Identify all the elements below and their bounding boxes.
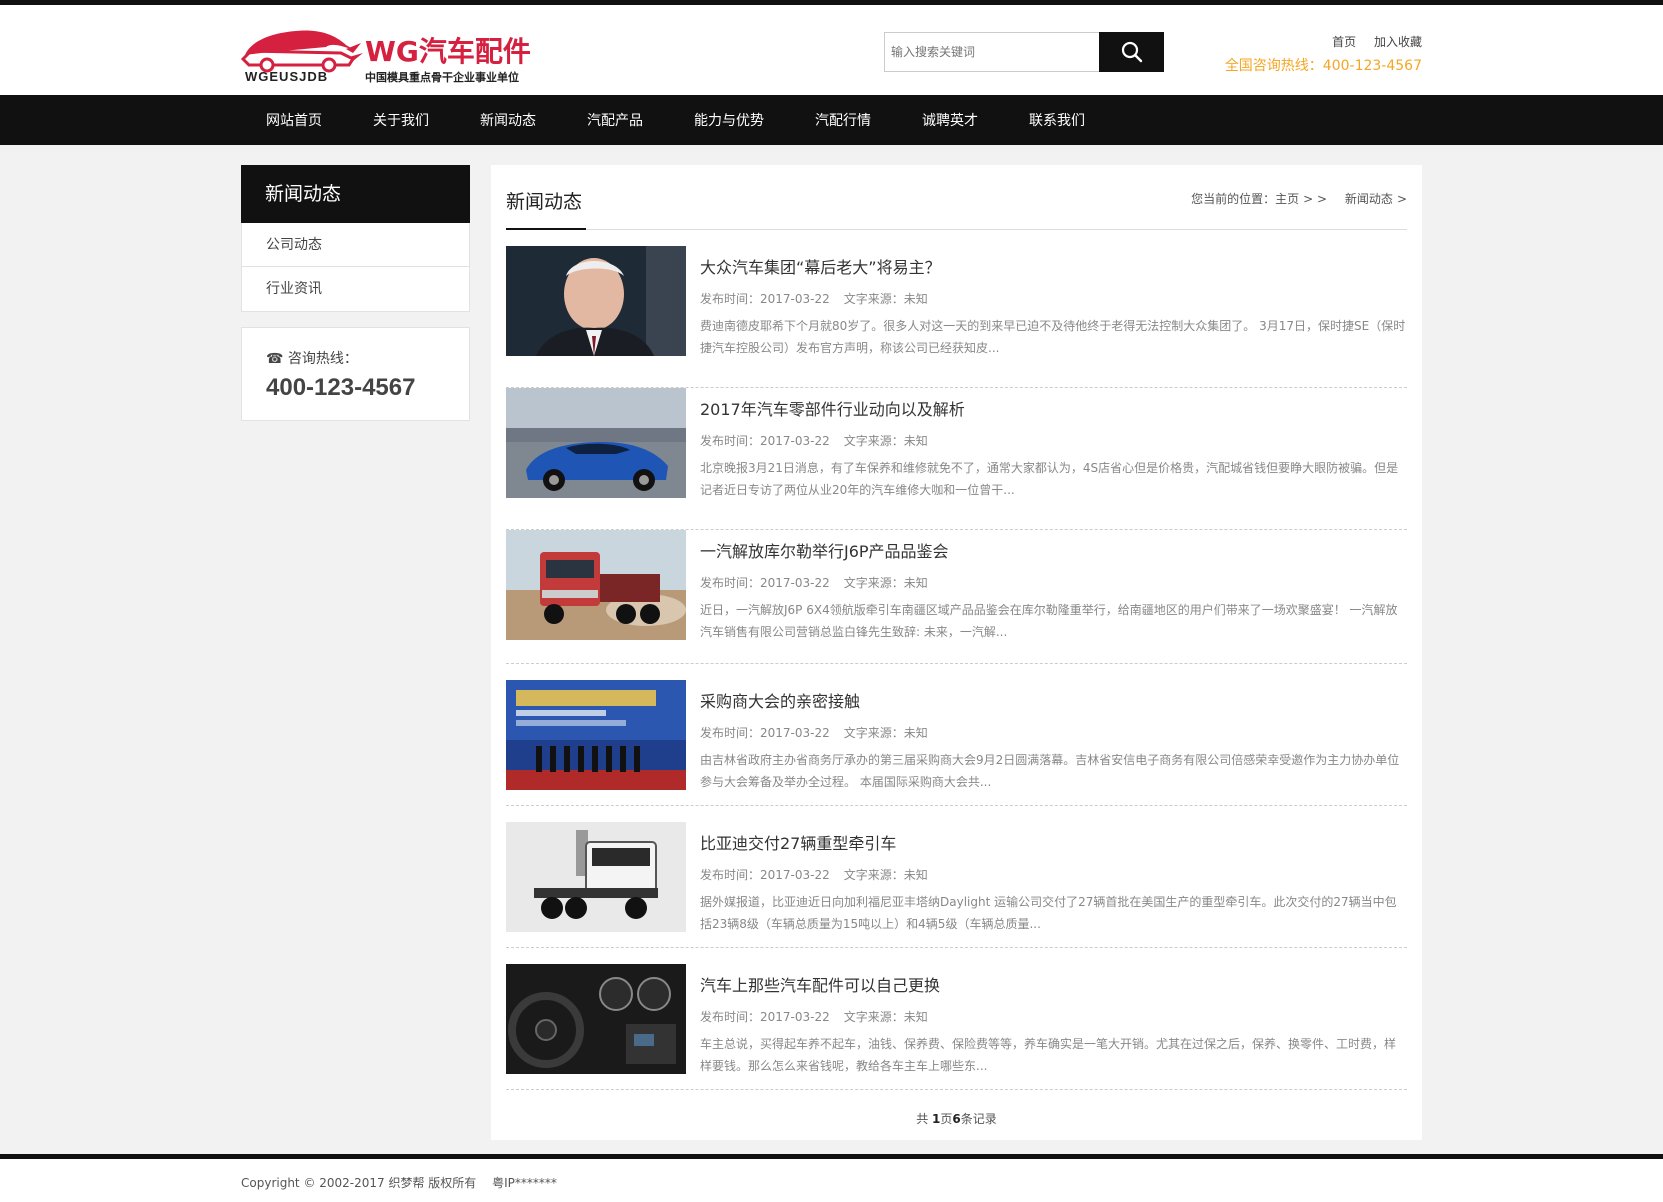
record-count: 6 — [952, 1112, 961, 1126]
sidebar-contact: ☎ 咨询热线： 400-123-4567 — [241, 327, 470, 421]
list-item: 汽车上那些汽车配件可以自己更换 发布时间：2017-03-22 文字来源：未知 车… — [506, 948, 1407, 1090]
breadcrumb-current[interactable]: 新闻动态 — [1345, 192, 1393, 206]
news-list: 大众汽车集团“幕后老大”将易主？ 发布时间：2017-03-22 文字来源：未知 … — [506, 246, 1407, 1090]
title-underline — [506, 228, 586, 230]
list-item: 一汽解放库尔勒举行J6P产品品鉴会 发布时间：2017-03-22 文字来源：未知… — [506, 522, 1407, 664]
truck-image — [506, 530, 686, 640]
list-item: 比亚迪交付27辆重型牵引车 发布时间：2017-03-22 文字来源：未知 据外媒… — [506, 806, 1407, 948]
sportscar-image — [506, 388, 686, 498]
portrait-image — [506, 246, 686, 356]
news-source: 文字来源：未知 — [843, 434, 928, 448]
news-summary: 由吉林省政府主办省商务厅承办的第三届采购商大会9月2日圆满落幕。吉林省安信电子商… — [700, 753, 1400, 789]
sidebar-item-industry-news[interactable]: 行业资讯 — [242, 267, 469, 311]
news-date: 发布时间：2017-03-22 — [700, 726, 830, 740]
add-favorite-link[interactable]: 加入收藏 — [1374, 35, 1422, 49]
news-title[interactable]: 大众汽车集团“幕后老大”将易主？ — [700, 254, 1407, 278]
news-title[interactable]: 采购商大会的亲密接触 — [700, 688, 1407, 712]
main-nav: 网站首页 关于我们 新闻动态 汽配产品 能力与优势 汽配行情 诚聘英才 联系我们 — [0, 95, 1663, 145]
search-button[interactable] — [1099, 32, 1164, 72]
news-summary: 据外媒报道，比亚迪近日向加利福尼亚丰塔纳Daylight 运输公司交付了27辆首… — [700, 895, 1397, 931]
news-summary: 近日，一汽解放J6P 6X4领航版牵引车南疆区域产品品鉴会在库尔勒隆重举行，给南… — [700, 603, 1398, 639]
nav-item-about[interactable]: 关于我们 — [373, 113, 429, 129]
sidebar: 新闻动态 公司动态 行业资讯 ☎ 咨询热线： 400-123-4567 — [241, 165, 470, 421]
interior-image — [506, 964, 686, 1074]
news-thumbnail[interactable] — [506, 680, 686, 790]
nav-item-products[interactable]: 汽配产品 — [587, 113, 643, 129]
news-summary: 北京晚报3月21日消息，有了车保养和维修就免不了，通常大家都认为，4S店省心但是… — [700, 461, 1399, 497]
news-title[interactable]: 2017年汽车零部件行业动向以及解析 — [700, 396, 1407, 420]
page-title: 新闻动态 — [506, 191, 583, 213]
breadcrumb-separator: > — [1396, 192, 1407, 206]
news-thumbnail[interactable] — [506, 530, 686, 640]
contact-label: 咨询热线： — [287, 351, 358, 367]
list-item: 大众汽车集团“幕后老大”将易主？ 发布时间：2017-03-22 文字来源：未知 … — [506, 246, 1407, 388]
site-logo[interactable]: WG WGEUSJDB WG汽车配件 中国模具重点骨干企业事业单位 — [241, 23, 551, 85]
news-title[interactable]: 汽车上那些汽车配件可以自己更换 — [700, 972, 1407, 996]
news-date: 发布时间：2017-03-22 — [700, 434, 830, 448]
list-item: 采购商大会的亲密接触 发布时间：2017-03-22 文字来源：未知 由吉林省政府… — [506, 664, 1407, 806]
content-header: 新闻动态 您当前的位置：主页 > > 新闻动态 > — [506, 165, 1407, 230]
nav-item-market[interactable]: 汽配行情 — [815, 113, 871, 129]
news-source: 文字来源：未知 — [843, 868, 928, 882]
home-link[interactable]: 首页 — [1332, 35, 1356, 49]
news-summary: 车主总说，买得起车养不起车，油钱、保养费、保险费等等，养车确实是一笔大开销。尤其… — [700, 1037, 1397, 1073]
news-thumbnail[interactable] — [506, 822, 686, 932]
news-summary: 费迪南德皮耶希下个月就80岁了。很多人对这一天的到来早已迫不及待他终于老得无法控… — [700, 319, 1406, 355]
site-footer: Copyright © 2002-2017 织梦帮 版权所有 粤IP******… — [0, 1159, 1663, 1202]
header-hotline: 全国咨询热线：400-123-4567 — [1224, 58, 1422, 74]
top-links: 首页 加入收藏 — [1318, 33, 1422, 50]
news-thumbnail[interactable] — [506, 246, 686, 356]
icp-number[interactable]: 粤IP******* — [492, 1176, 557, 1190]
news-thumbnail[interactable] — [506, 964, 686, 1074]
conference-image — [506, 680, 686, 790]
nav-item-contact[interactable]: 联系我们 — [1029, 113, 1085, 129]
svg-text:WG汽车配件: WG汽车配件 — [365, 35, 531, 68]
news-date: 发布时间：2017-03-22 — [700, 576, 830, 590]
car-logo-icon: WG WGEUSJDB WG汽车配件 中国模具重点骨干企业事业单位 — [241, 30, 531, 84]
list-item: 2017年汽车零部件行业动向以及解析 发布时间：2017-03-22 文字来源：未… — [506, 388, 1407, 530]
news-source: 文字来源：未知 — [843, 576, 928, 590]
news-date: 发布时间：2017-03-22 — [700, 1010, 830, 1024]
sidebar-list: 公司动态 行业资讯 — [241, 223, 470, 312]
contact-number: 400-123-4567 — [266, 374, 416, 401]
nav-item-capability[interactable]: 能力与优势 — [694, 113, 764, 129]
site-header: WG WGEUSJDB WG汽车配件 中国模具重点骨干企业事业单位 首页 加入收… — [0, 5, 1663, 95]
news-thumbnail[interactable] — [506, 388, 686, 498]
news-date: 发布时间：2017-03-22 — [700, 292, 830, 306]
breadcrumb-prefix: 您当前的位置： — [1191, 192, 1276, 206]
news-source: 文字来源：未知 — [843, 726, 928, 740]
tractor-image — [506, 822, 686, 932]
svg-text:中国模具重点骨干企业事业单位: 中国模具重点骨干企业事业单位 — [365, 70, 519, 84]
breadcrumb-separator: > > — [1303, 192, 1328, 206]
phone-icon: ☎ — [266, 351, 284, 367]
nav-item-jobs[interactable]: 诚聘英才 — [922, 113, 978, 129]
news-source: 文字来源：未知 — [843, 1010, 928, 1024]
search-bar — [884, 32, 1164, 72]
search-input[interactable] — [884, 32, 1099, 72]
svg-text:WG: WG — [285, 36, 306, 50]
sidebar-item-company-news[interactable]: 公司动态 — [242, 223, 469, 267]
copyright-text: Copyright © 2002-2017 织梦帮 版权所有 — [241, 1176, 477, 1190]
nav-item-home[interactable]: 网站首页 — [266, 113, 322, 129]
search-icon — [1121, 41, 1142, 63]
breadcrumb: 您当前的位置：主页 > > 新闻动态 > — [1187, 190, 1407, 207]
news-title[interactable]: 一汽解放库尔勒举行J6P产品品鉴会 — [700, 538, 1407, 562]
nav-item-news[interactable]: 新闻动态 — [480, 113, 536, 129]
pagination-info: 共 1页6条记录 — [916, 1112, 997, 1126]
news-date: 发布时间：2017-03-22 — [700, 868, 830, 882]
news-content: 新闻动态 您当前的位置：主页 > > 新闻动态 > 大众汽车集团“幕后老大”将易… — [491, 165, 1422, 1140]
news-title[interactable]: 比亚迪交付27辆重型牵引车 — [700, 830, 1407, 854]
news-source: 文字来源：未知 — [843, 292, 928, 306]
breadcrumb-home[interactable]: 主页 — [1275, 192, 1299, 206]
svg-text:WGEUSJDB: WGEUSJDB — [245, 69, 328, 84]
sidebar-title: 新闻动态 — [241, 165, 470, 223]
